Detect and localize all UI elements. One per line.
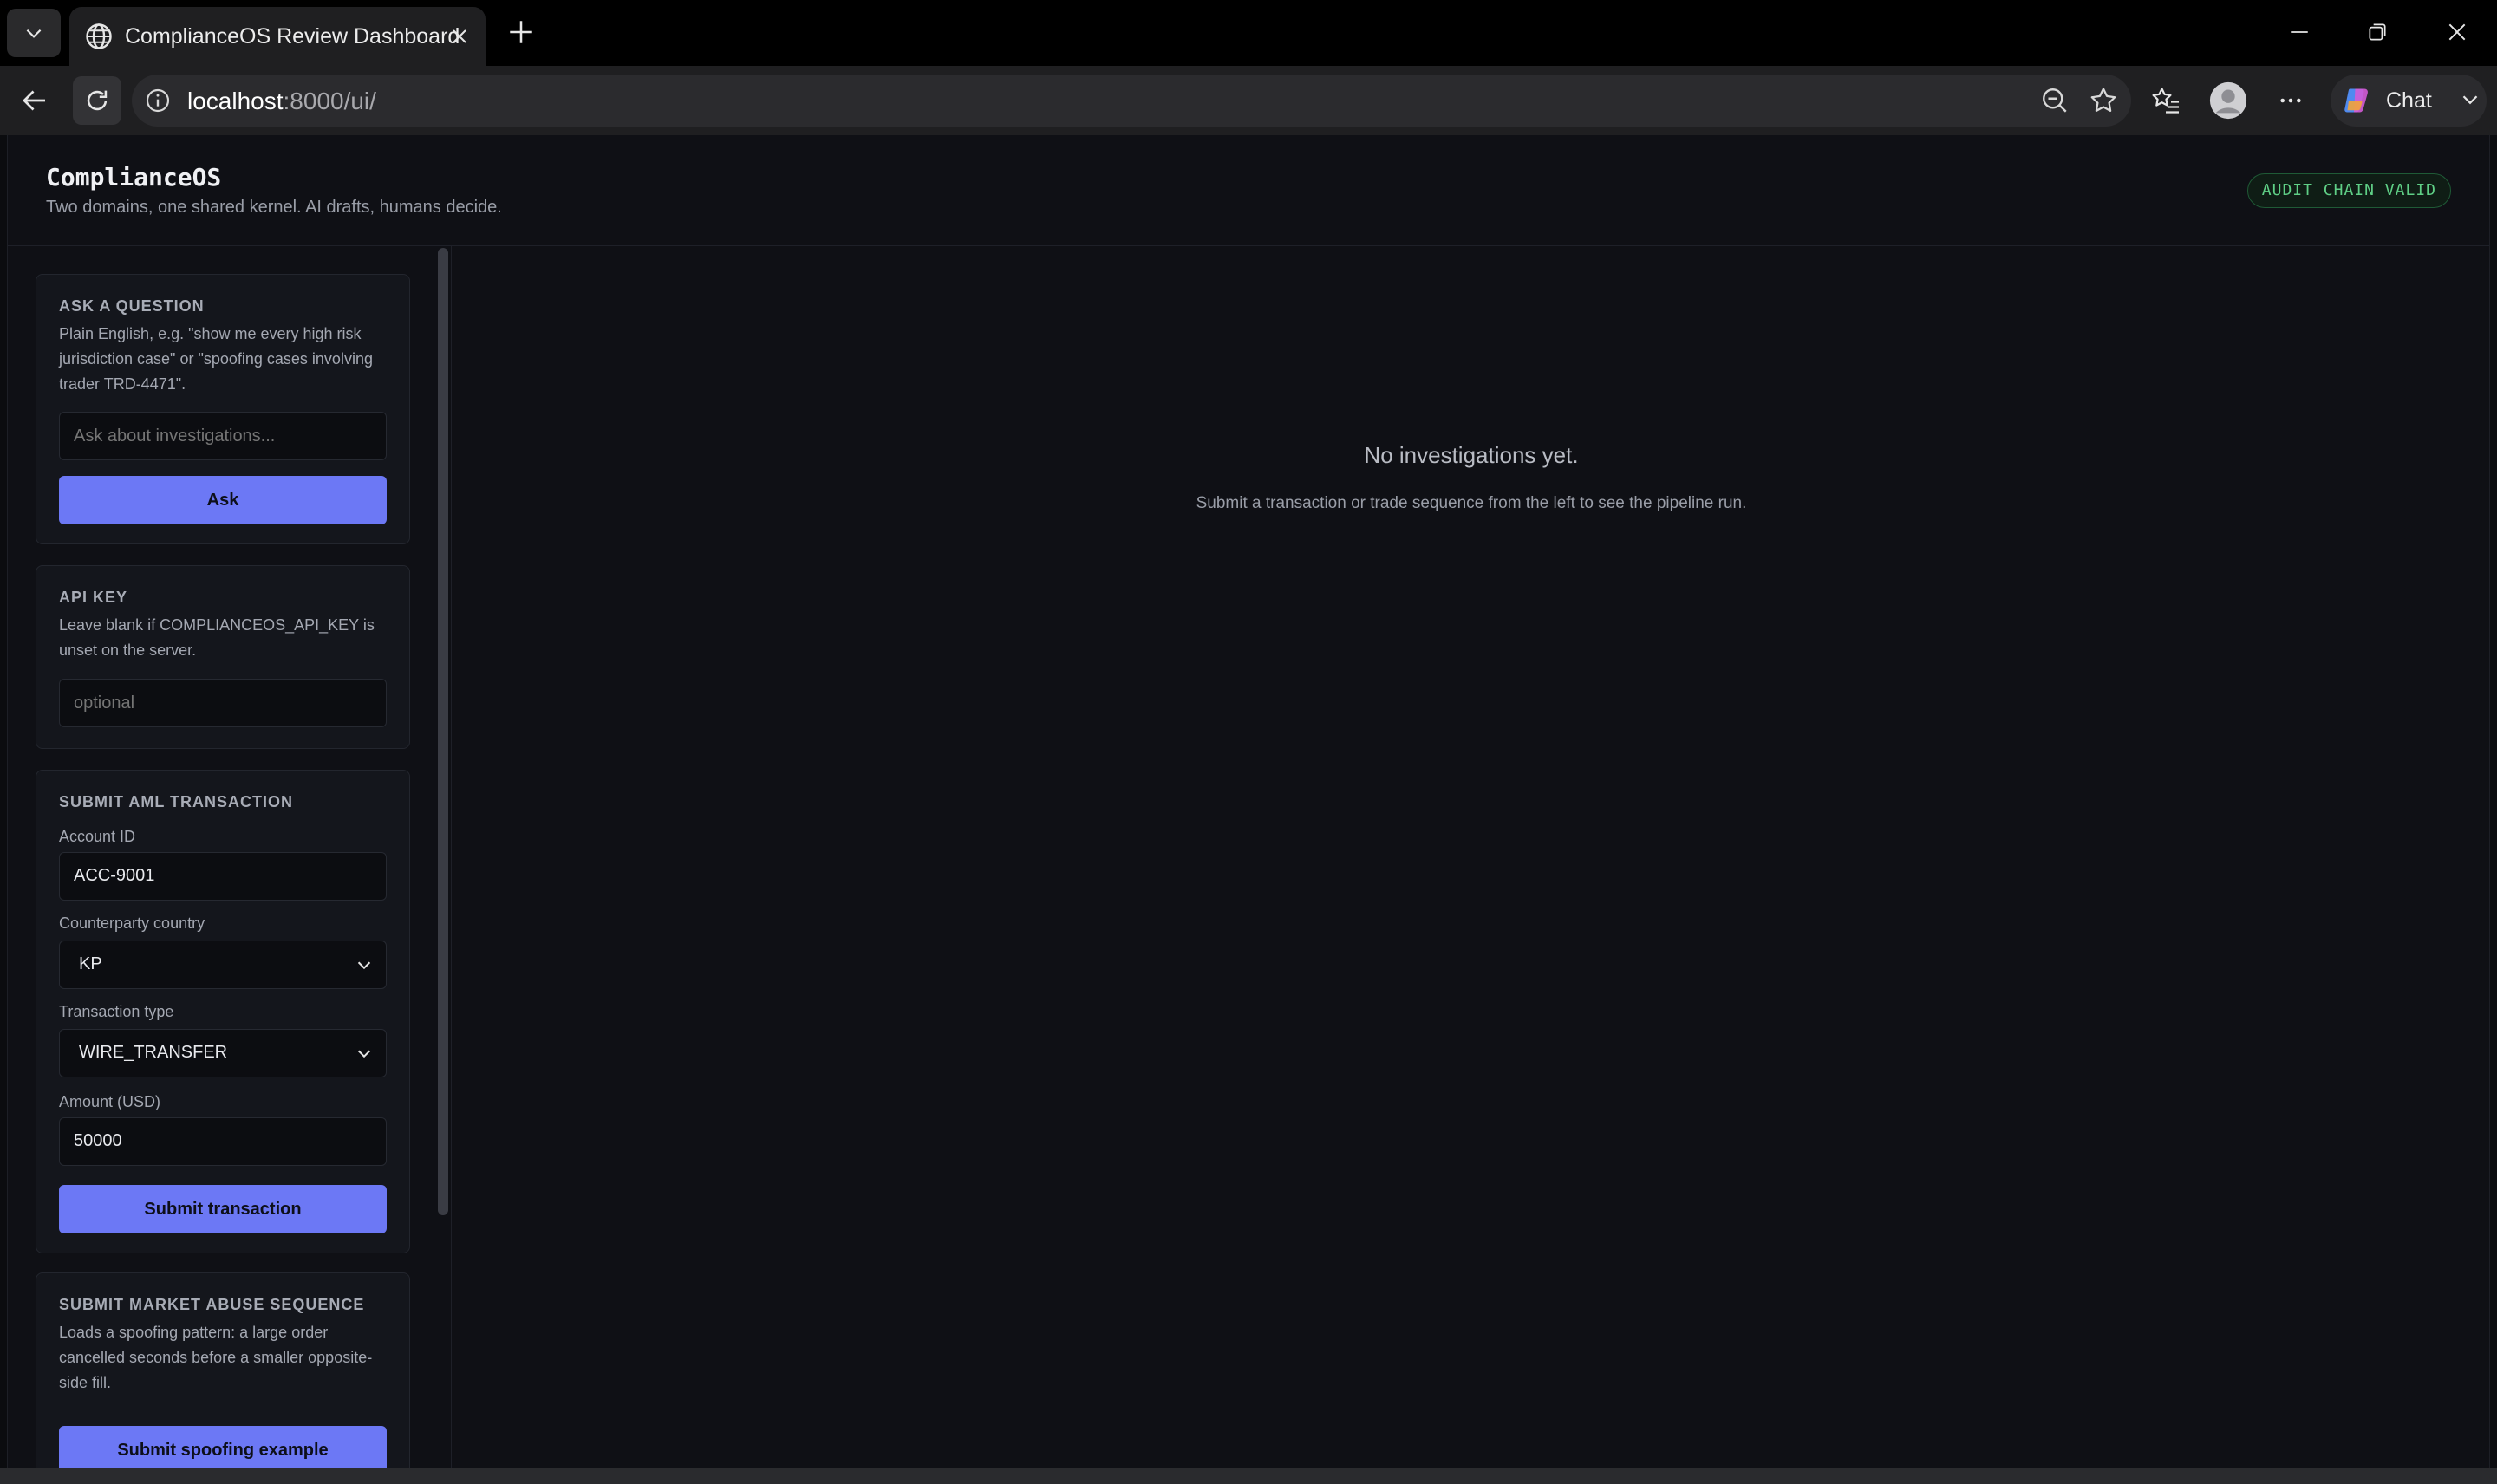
ask-card-title: ASK A QUESTION: [59, 297, 205, 315]
transaction-type-select[interactable]: WIRE_TRANSFER: [59, 1029, 387, 1077]
back-icon[interactable]: [10, 76, 59, 125]
minimize-icon[interactable]: [2275, 10, 2324, 54]
restore-icon[interactable]: [2353, 10, 2402, 54]
new-tab-icon[interactable]: [501, 12, 541, 52]
chevron-down-icon[interactable]: [2457, 87, 2483, 113]
chevron-down-icon: [26, 29, 42, 38]
close-tab-icon[interactable]: [442, 19, 477, 54]
browser-tab[interactable]: ComplianceOS Review Dashboard: [69, 7, 486, 66]
api-key-title: API KEY: [59, 589, 128, 606]
chevron-down-icon: [357, 1050, 371, 1058]
app-header: ComplianceOS Two domains, one shared ker…: [8, 135, 2489, 246]
sidebar: ASK A QUESTION Plain English, e.g. "show…: [8, 246, 452, 1468]
api-key-card: API KEY Leave blank if COMPLIANCEOS_API_…: [36, 565, 410, 749]
tab-list-button[interactable]: [7, 9, 61, 57]
amount-label: Amount (USD): [59, 1093, 161, 1110]
url-text: localhost:8000/ui/: [187, 88, 376, 114]
zoom-out-icon[interactable]: [2039, 85, 2070, 116]
audit-status-badge: AUDIT CHAIN VALID: [2246, 173, 2451, 208]
market-abuse-title: SUBMIT MARKET ABUSE SEQUENCE: [59, 1296, 365, 1313]
browser-toolbar: localhost:8000/ui/ Chat: [0, 66, 2497, 135]
account-id-label: Account ID: [59, 828, 136, 845]
more-options-icon[interactable]: [2266, 76, 2315, 125]
ask-input[interactable]: [59, 412, 387, 460]
transaction-type-value: WIRE_TRANSFER: [79, 1043, 228, 1062]
brand-title: ComplianceOS: [46, 163, 222, 192]
site-info-icon[interactable]: [144, 87, 172, 114]
sidebar-scrollbar[interactable]: [438, 248, 448, 1215]
copilot-icon: [2344, 88, 2368, 113]
aml-card-title: SUBMIT AML TRANSACTION: [59, 793, 293, 810]
empty-state-subtitle: Submit a transaction or trade sequence f…: [1196, 494, 1747, 512]
api-key-input[interactable]: [59, 679, 387, 727]
tab-title: ComplianceOS Review Dashboard: [125, 24, 460, 49]
reload-icon[interactable]: [73, 76, 121, 125]
submit-transaction-button[interactable]: Submit transaction: [59, 1185, 387, 1233]
market-abuse-description: Loads a spoofing pattern: a large order …: [59, 1324, 373, 1391]
counterparty-country-value: KP: [79, 954, 102, 973]
chat-label: Chat: [2386, 88, 2432, 113]
account-id-input[interactable]: ACC-9001: [59, 852, 387, 901]
ask-question-card: ASK A QUESTION Plain English, e.g. "show…: [36, 274, 410, 544]
aml-transaction-card: SUBMIT AML TRANSACTION Account ID ACC-90…: [36, 770, 410, 1253]
brand-tagline: Two domains, one shared kernel. AI draft…: [46, 198, 502, 217]
copilot-chat-button[interactable]: Chat: [2331, 75, 2487, 127]
empty-state-title: No investigations yet.: [1364, 442, 1579, 468]
amount-input[interactable]: 50000: [59, 1117, 387, 1166]
favorite-star-icon[interactable]: [2088, 85, 2119, 116]
market-abuse-card: SUBMIT MARKET ABUSE SEQUENCE Loads a spo…: [36, 1272, 410, 1468]
submit-spoofing-button[interactable]: Submit spoofing example: [59, 1426, 387, 1468]
browser-tab-bar: ComplianceOS Review Dashboard: [0, 0, 2497, 66]
investigations-panel: No investigations yet. Submit a transact…: [452, 246, 2489, 1468]
app-page: ComplianceOS Two domains, one shared ker…: [7, 135, 2490, 1468]
ask-button[interactable]: Ask: [59, 476, 387, 524]
counterparty-country-label: Counterparty country: [59, 914, 205, 932]
close-window-icon[interactable]: [2433, 10, 2481, 54]
globe-icon: [86, 23, 112, 49]
chevron-down-icon: [357, 961, 371, 970]
api-key-description: Leave blank if COMPLIANCEOS_API_KEY is u…: [59, 616, 375, 659]
window-bottom-edge: [0, 1468, 2497, 1484]
counterparty-country-select[interactable]: KP: [59, 941, 387, 989]
address-bar[interactable]: localhost:8000/ui/: [132, 75, 2131, 127]
favorites-icon[interactable]: [2142, 76, 2190, 125]
ask-card-description: Plain English, e.g. "show me every high …: [59, 325, 373, 393]
profile-avatar-icon[interactable]: [2204, 76, 2253, 125]
transaction-type-label: Transaction type: [59, 1003, 174, 1020]
